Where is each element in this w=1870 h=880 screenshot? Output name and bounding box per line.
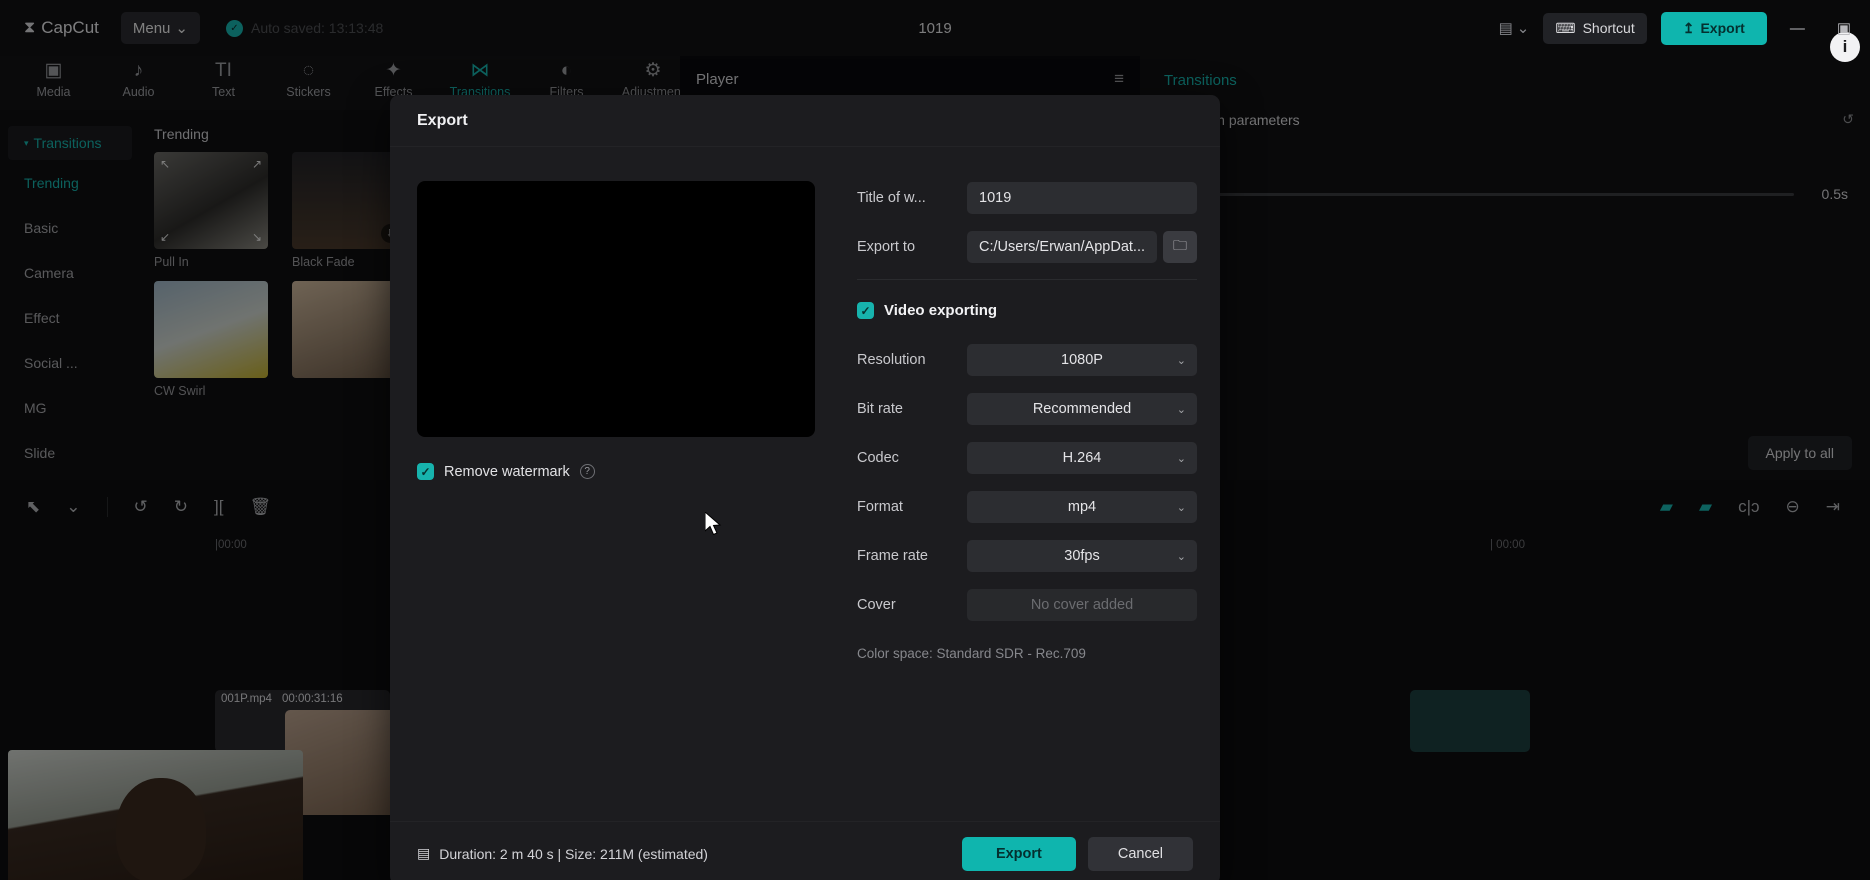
field-label: Bit rate	[857, 401, 903, 417]
film-icon: ▤	[417, 845, 431, 861]
maximize-button[interactable]: ▣	[1828, 19, 1860, 37]
video-exporting-checkbox[interactable]: ✓	[857, 302, 874, 319]
cancel-button[interactable]: Cancel	[1087, 836, 1193, 871]
chevron-down-icon: ⌄	[1176, 501, 1186, 514]
export-confirm-button[interactable]: Export	[961, 836, 1076, 871]
field-label: Codec	[857, 450, 899, 466]
footer-buttons: Export Cancel	[961, 836, 1193, 871]
chevron-down-icon: ⌄	[1516, 20, 1530, 37]
video-exporting-row[interactable]: ✓ Video exporting	[857, 302, 1197, 319]
keyboard-icon: ⌨	[1555, 19, 1576, 36]
resolution-select[interactable]: 1080P ⌄	[967, 344, 1197, 376]
field-cover: Cover No cover added	[857, 588, 1197, 622]
settings-column: Title of w... 1019 Export to C:/Users/Er…	[815, 181, 1197, 821]
codec-select[interactable]: H.264 ⌄	[967, 442, 1197, 474]
remove-watermark-row[interactable]: ✓ Remove watermark ?	[417, 463, 815, 480]
export-dialog: Export ✓ Remove watermark ? Title of w..…	[390, 95, 1220, 880]
field-bit-rate: Bit rate Recommended ⌄	[857, 392, 1197, 426]
export-path-input[interactable]: C:/Users/Erwan/AppDat...	[967, 231, 1157, 263]
resolution-value: 1080P	[1061, 352, 1103, 368]
bit-rate-value: Recommended	[1032, 401, 1132, 417]
tutorial-icon: ▤	[1498, 20, 1513, 37]
shortcut-label: Shortcut	[1582, 20, 1635, 36]
field-label: Frame rate	[857, 548, 928, 564]
preview-column: ✓ Remove watermark ?	[417, 181, 815, 821]
remove-watermark-label: Remove watermark	[444, 463, 570, 480]
export-button-top[interactable]: ↥ Export	[1660, 11, 1767, 45]
minimize-button[interactable]: —	[1781, 20, 1814, 37]
field-label: Export to	[857, 239, 916, 255]
chevron-down-icon: ⌄	[1176, 354, 1186, 367]
chevron-down-icon: ⌄	[1176, 550, 1186, 563]
folder-icon[interactable]: 🗀	[1163, 231, 1197, 263]
field-title-of-work: Title of w... 1019	[857, 181, 1197, 215]
dialog-body: ✓ Remove watermark ? Title of w... 1019 …	[390, 147, 1220, 821]
remove-watermark-checkbox[interactable]: ✓	[417, 463, 434, 480]
field-label: Resolution	[857, 352, 926, 368]
duration-size-text: Duration: 2 m 40 s | Size: 211M (estimat…	[439, 845, 708, 862]
format-select[interactable]: mp4 ⌄	[967, 491, 1197, 523]
field-label: Cover	[857, 597, 896, 613]
bit-rate-select[interactable]: Recommended ⌄	[967, 393, 1197, 425]
field-frame-rate: Frame rate 30fps ⌄	[857, 539, 1197, 573]
shortcut-button[interactable]: ⌨ Shortcut	[1543, 12, 1647, 44]
title-input[interactable]: 1019	[967, 182, 1197, 214]
video-exporting-label: Video exporting	[884, 302, 998, 319]
divider	[857, 279, 1197, 280]
color-space-note: Color space: Standard SDR - Rec.709	[857, 646, 1086, 661]
tutorial-button[interactable]: ▤ ⌄	[1499, 19, 1530, 37]
field-codec: Codec H.264 ⌄	[857, 441, 1197, 475]
capcut-window: ⧗ CapCut Menu ⌄ ✓ Auto saved: 13:13:48 1…	[0, 0, 1870, 880]
frame-rate-value: 30fps	[1064, 548, 1100, 564]
dialog-footer: ▤ Duration: 2 m 40 s | Size: 211M (estim…	[390, 821, 1220, 880]
field-label: Title of w...	[857, 190, 926, 206]
field-export-to: Export to C:/Users/Erwan/AppDat... 🗀	[857, 230, 1197, 264]
dialog-title: Export	[390, 95, 1220, 147]
upload-icon: ↥	[1682, 19, 1695, 36]
help-icon[interactable]: ?	[579, 464, 595, 479]
top-right-controls: ▤ ⌄ ⌨ Shortcut ↥ Export — ▣	[1499, 11, 1860, 45]
cover-select[interactable]: No cover added	[967, 589, 1197, 621]
field-format: Format mp4 ⌄	[857, 490, 1197, 524]
export-preview	[417, 181, 815, 437]
chevron-down-icon: ⌄	[1176, 452, 1186, 465]
duration-size-info: ▤ Duration: 2 m 40 s | Size: 211M (estim…	[417, 845, 708, 862]
export-label: Export	[1700, 20, 1745, 36]
chevron-down-icon: ⌄	[1176, 403, 1186, 416]
frame-rate-select[interactable]: 30fps ⌄	[967, 540, 1197, 572]
codec-value: H.264	[1062, 450, 1102, 466]
field-resolution: Resolution 1080P ⌄	[857, 343, 1197, 377]
format-value: mp4	[1067, 499, 1097, 515]
field-label: Format	[857, 499, 903, 515]
